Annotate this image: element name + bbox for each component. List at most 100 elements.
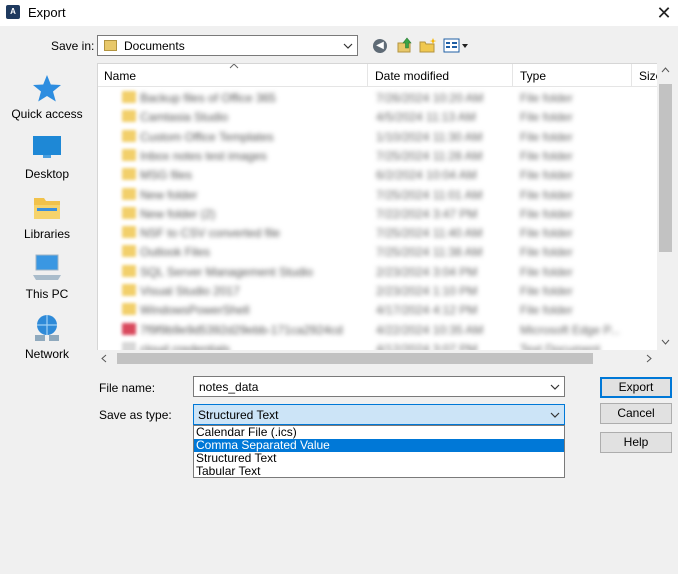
list-item-date: 7/25/2024 11:28 AM [376, 148, 483, 163]
folder-icon [122, 303, 136, 316]
list-item-name: MSG files [140, 168, 193, 183]
folder-icon [122, 148, 136, 161]
list-item-type: File folder [520, 187, 573, 202]
list-item-name: Camtasia Studio [140, 110, 229, 125]
desktop-icon [31, 133, 63, 163]
help-button[interactable]: Help [600, 432, 672, 453]
place-desktop[interactable]: Desktop [8, 133, 86, 181]
list-item-type: File folder [520, 303, 573, 318]
place-label: Libraries [23, 227, 71, 241]
list-item-name: 7f9f9b9e9d5392d29ebb-171ca2924cd [140, 322, 343, 337]
cancel-button[interactable]: Cancel [600, 403, 672, 424]
list-item-date: 4/5/2024 11:13 AM [376, 110, 476, 125]
place-libraries[interactable]: Libraries [8, 193, 86, 241]
list-item[interactable]: SQL Server Management Studio 2/23/2024 3:… [98, 262, 657, 281]
list-item-date: 1/10/2024 11:30 AM [376, 129, 483, 144]
list-item-type: File folder [520, 245, 573, 260]
folder-icon [122, 226, 136, 239]
list-item-name: SQL Server Management Studio [140, 264, 313, 279]
list-item[interactable]: WindowsPowerShell 4/17/2024 4:12 PM File f… [98, 300, 657, 319]
vertical-scroll-thumb[interactable] [659, 84, 672, 252]
scroll-down-icon[interactable] [661, 339, 670, 345]
place-network[interactable]: Network [8, 313, 86, 361]
scroll-up-icon[interactable] [661, 67, 670, 73]
edge-document-icon [122, 322, 136, 335]
list-item[interactable]: 7f9f9b9e9d5392d29ebb-171ca2924cd 4/22/202… [98, 320, 657, 339]
list-item-name: NSF to CSV converted file [140, 226, 281, 241]
scroll-left-icon[interactable] [101, 354, 107, 363]
list-item-date: 6/2/2024 10:04 AM [376, 168, 477, 183]
list-item[interactable]: NSF to CSV converted file 7/25/2024 11:40… [98, 223, 657, 242]
chevron-down-icon[interactable] [550, 410, 560, 420]
list-item[interactable]: MSG files 6/2/2024 10:04 AM File folder [98, 165, 657, 184]
save-in-value: Documents [124, 39, 185, 53]
list-item-date: 7/25/2024 11:01 AM [376, 187, 483, 202]
place-quick-access[interactable]: Quick access [8, 73, 86, 121]
view-menu-icon[interactable] [443, 38, 469, 53]
list-item-type: File folder [520, 264, 573, 279]
list-item-name: New folder (2) [140, 206, 216, 221]
file-list[interactable]: Name Date modified Type Size Backup file… [97, 63, 658, 351]
save-as-type-select[interactable]: Structured Text [193, 404, 565, 425]
export-button[interactable]: Export [600, 377, 672, 398]
back-icon[interactable]: ◀ [373, 39, 387, 53]
type-option[interactable]: Tabular Text [194, 465, 564, 478]
title-bar [0, 0, 678, 26]
list-item-date: 4/22/2024 10:35 AM [376, 322, 484, 337]
libraries-icon [31, 193, 63, 223]
folder-icon [122, 284, 136, 296]
folder-icon [122, 264, 136, 277]
computer-icon [31, 253, 63, 283]
list-item-date: 7/25/2024 11:38 AM [376, 245, 483, 260]
save-in-dropdown[interactable]: Documents [97, 35, 358, 56]
list-item[interactable]: Inbox notes test images 7/25/2024 11:28 A… [98, 146, 657, 165]
list-item-date: 2/23/2024 1:10 PM [376, 284, 478, 298]
file-name-label: File name: [99, 381, 156, 395]
place-label: Network [24, 347, 69, 361]
scroll-right-icon[interactable] [646, 354, 652, 363]
file-name-input[interactable]: notes_data [193, 376, 565, 397]
list-item-type: File folder [520, 91, 573, 105]
up-folder-icon[interactable] [397, 37, 413, 53]
list-item-name: WindowsPowerShell [140, 303, 250, 318]
list-item-type: File folder [520, 226, 573, 241]
folder-icon [122, 91, 136, 103]
column-header-type[interactable]: Type [520, 69, 546, 83]
place-label: Desktop [24, 167, 70, 181]
list-item-type: Microsoft Edge P... [520, 322, 620, 337]
list-item-type: File folder [520, 148, 573, 163]
horizontal-scroll-thumb[interactable] [117, 353, 593, 364]
chevron-down-icon[interactable] [550, 382, 560, 392]
folder-icon [122, 187, 136, 200]
list-item[interactable]: Camtasia Studio 4/5/2024 11:13 AM File fol… [98, 107, 657, 126]
save-as-type-value: Structured Text [198, 408, 279, 422]
sort-ascending-icon [229, 64, 239, 69]
column-header-name[interactable]: Name [104, 69, 136, 83]
list-item-date: 7/22/2024 3:47 PM [376, 206, 478, 221]
place-this-pc[interactable]: This PC [8, 253, 86, 301]
list-item[interactable]: Outlook Files 7/25/2024 11:38 AM File fold… [98, 242, 657, 261]
window-title: Export [28, 5, 66, 20]
folder-icon [122, 129, 136, 142]
save-as-type-label: Save as type: [99, 408, 172, 422]
list-item[interactable]: Backup files of Office 365 7/26/2024 10:2… [98, 88, 657, 107]
list-item-name: Inbox notes test images [140, 148, 267, 163]
network-icon [31, 313, 63, 343]
list-item[interactable]: Visual Studio 2017 2/23/2024 1:10 PM File … [98, 281, 657, 300]
list-item-date: 2/23/2024 3:04 PM [376, 264, 478, 279]
close-icon[interactable]: ✕ [652, 1, 676, 25]
column-header-date-modified[interactable]: Date modified [375, 69, 449, 83]
list-item-name: Backup files of Office 365 [140, 91, 276, 105]
list-item-date: 7/26/2024 10:20 AM [376, 91, 484, 105]
column-header-size[interactable]: Size [639, 69, 657, 83]
list-item[interactable]: Custom Office Templates 1/10/2024 11:30 A… [98, 127, 657, 146]
folder-icon [122, 110, 136, 123]
list-item-name: Visual Studio 2017 [140, 284, 240, 298]
list-item-type: File folder [520, 129, 573, 144]
list-item[interactable]: New folder 7/25/2024 11:01 AM File folder [98, 185, 657, 204]
chevron-down-icon [343, 43, 353, 49]
list-item-type: File folder [520, 168, 573, 183]
new-folder-icon[interactable] [419, 38, 437, 53]
list-item-type: File folder [520, 284, 573, 298]
list-item[interactable]: New folder (2) 7/22/2024 3:47 PM File fold… [98, 204, 657, 223]
